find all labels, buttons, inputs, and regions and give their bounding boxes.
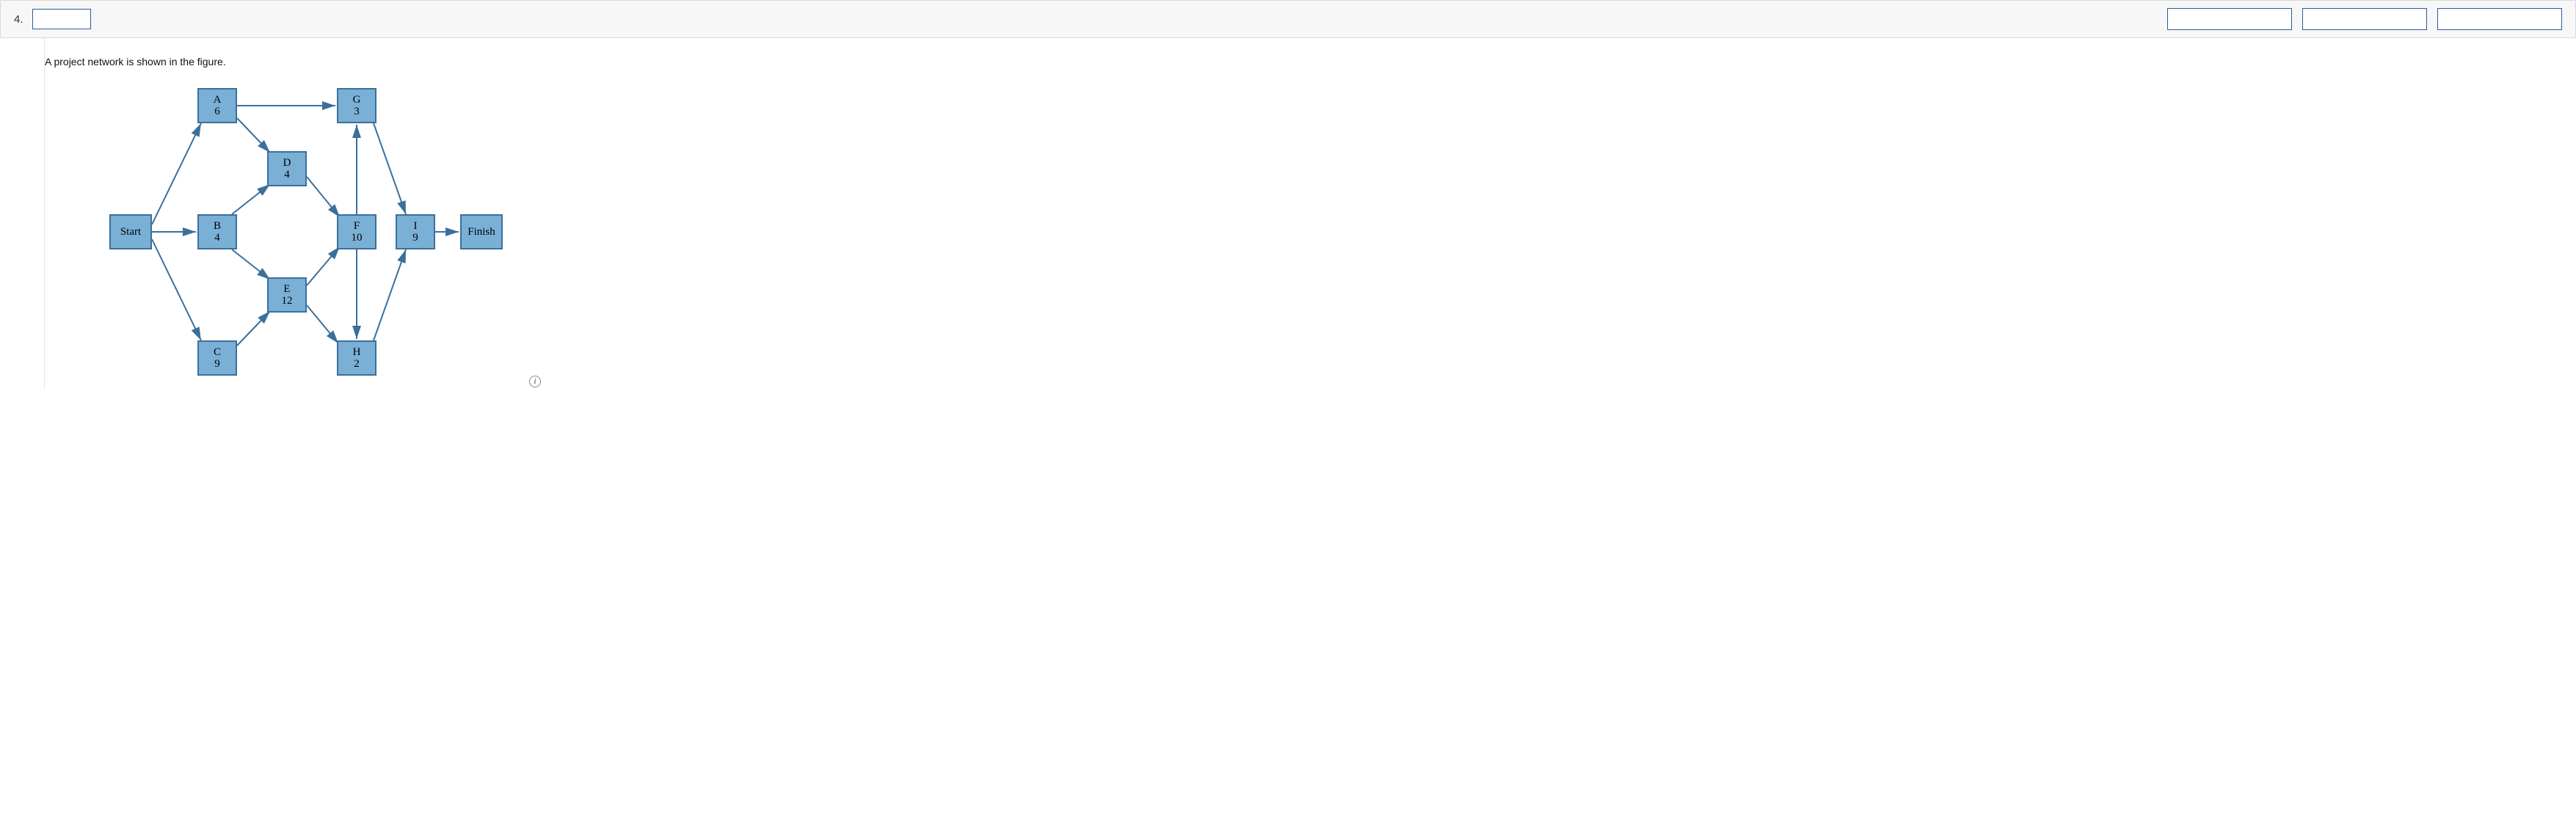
node-g-duration: 3 [354, 106, 360, 118]
edge-d-f [307, 177, 340, 217]
node-finish-label: Finish [467, 226, 495, 238]
edge-e-f [307, 247, 340, 285]
node-g-label: G [353, 94, 361, 106]
question-header-buttons [2167, 8, 2562, 30]
node-a-duration: 6 [214, 106, 220, 118]
node-c-label: C [214, 346, 221, 359]
node-c-duration: 9 [214, 358, 220, 371]
node-b: B 4 [197, 214, 237, 249]
header-button-1[interactable] [2167, 8, 2292, 30]
points-box[interactable] [32, 9, 91, 29]
node-e-duration: 12 [282, 295, 293, 307]
question-prompt: A project network is shown in the figure… [45, 56, 2576, 67]
header-button-2[interactable] [2302, 8, 2427, 30]
edge-b-e [232, 249, 270, 280]
node-start: Start [109, 214, 152, 249]
header-button-3[interactable] [2437, 8, 2562, 30]
node-h-duration: 2 [354, 358, 360, 371]
node-a-label: A [214, 94, 222, 106]
edge-h-i [374, 249, 406, 340]
edge-e-h [307, 305, 338, 343]
node-e: E 12 [267, 277, 307, 313]
edge-start-c [152, 239, 201, 340]
node-b-label: B [214, 220, 221, 233]
node-h-label: H [353, 346, 361, 359]
node-finish: Finish [460, 214, 503, 249]
edge-start-a [152, 123, 201, 225]
node-d-label: D [283, 157, 291, 169]
node-d: D 4 [267, 151, 307, 186]
node-i: I 9 [396, 214, 435, 249]
edge-g-i [374, 123, 406, 214]
node-i-label: I [414, 220, 418, 233]
question-number: 4. [14, 13, 23, 26]
node-f-duration: 10 [352, 232, 363, 244]
question-header: 4. [0, 0, 2576, 38]
node-b-duration: 4 [214, 232, 220, 244]
question-body: A project network is shown in the figure… [44, 38, 2576, 390]
node-g: G 3 [337, 88, 376, 123]
node-i-duration: 9 [412, 232, 418, 244]
node-h: H 2 [337, 340, 376, 376]
project-network-diagram: Start A 6 B 4 C 9 D 4 E 12 F 10 G 3 [89, 78, 617, 386]
node-a: A 6 [197, 88, 237, 123]
node-c: C 9 [197, 340, 237, 376]
node-start-label: Start [120, 226, 141, 238]
question-header-left: 4. [14, 9, 91, 29]
node-f: F 10 [337, 214, 376, 249]
edge-a-d [237, 118, 270, 153]
node-e-label: E [283, 283, 290, 296]
node-f-label: F [354, 220, 360, 233]
edge-c-e [237, 311, 270, 346]
edge-b-d [232, 184, 270, 214]
node-d-duration: 4 [284, 169, 290, 181]
